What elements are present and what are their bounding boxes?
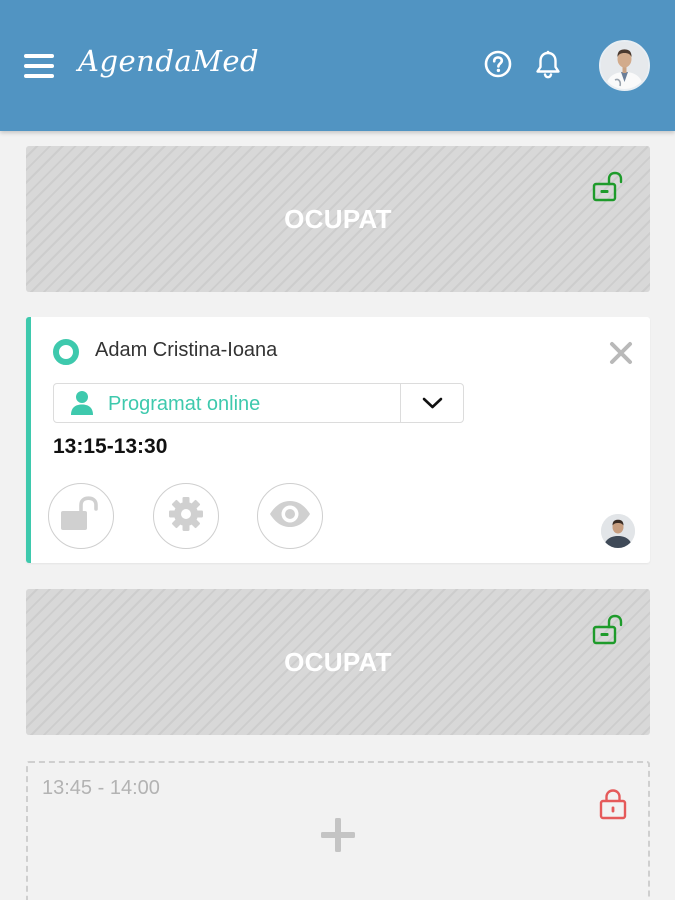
view-button[interactable] xyxy=(257,483,323,549)
plus-icon[interactable] xyxy=(318,815,358,855)
free-slot-time: 13:45 - 14:00 xyxy=(42,777,160,799)
help-icon[interactable] xyxy=(484,50,512,78)
busy-label: OCUPAT xyxy=(284,646,392,677)
patient-name: Adam Cristina-Ioana xyxy=(95,339,278,361)
app-header: AgendaMed xyxy=(0,0,675,131)
hamburger-menu-icon[interactable] xyxy=(24,52,54,80)
status-select-value[interactable]: Programat online xyxy=(54,384,400,422)
unlock-icon xyxy=(59,495,103,537)
lock-red-icon[interactable] xyxy=(598,788,628,820)
status-indicator xyxy=(53,339,79,365)
doctor-avatar xyxy=(601,514,635,548)
close-icon[interactable] xyxy=(609,341,633,365)
busy-slot: OCUPAT xyxy=(26,589,650,735)
app-logo: AgendaMed xyxy=(78,44,260,78)
busy-slot: OCUPAT xyxy=(26,146,650,292)
gear-icon xyxy=(167,495,205,538)
user-avatar[interactable] xyxy=(599,40,650,91)
busy-label: OCUPAT xyxy=(284,203,392,234)
appointment-time: 13:15-13:30 xyxy=(53,435,168,458)
eye-icon xyxy=(269,499,311,534)
settings-button[interactable] xyxy=(153,483,219,549)
appointment-card[interactable]: Adam Cristina-Ioana Programat online 13:… xyxy=(26,317,650,563)
status-select-label: Programat online xyxy=(108,393,261,415)
person-icon xyxy=(70,390,94,416)
unlock-green-icon[interactable] xyxy=(592,170,626,204)
chevron-down-icon[interactable] xyxy=(400,384,463,422)
unlock-green-icon[interactable] xyxy=(592,613,626,647)
appointment-status-select[interactable]: Programat online xyxy=(53,383,464,423)
bell-icon[interactable] xyxy=(534,50,562,80)
free-slot[interactable]: 13:45 - 14:00 xyxy=(26,761,650,900)
unlock-button[interactable] xyxy=(48,483,114,549)
